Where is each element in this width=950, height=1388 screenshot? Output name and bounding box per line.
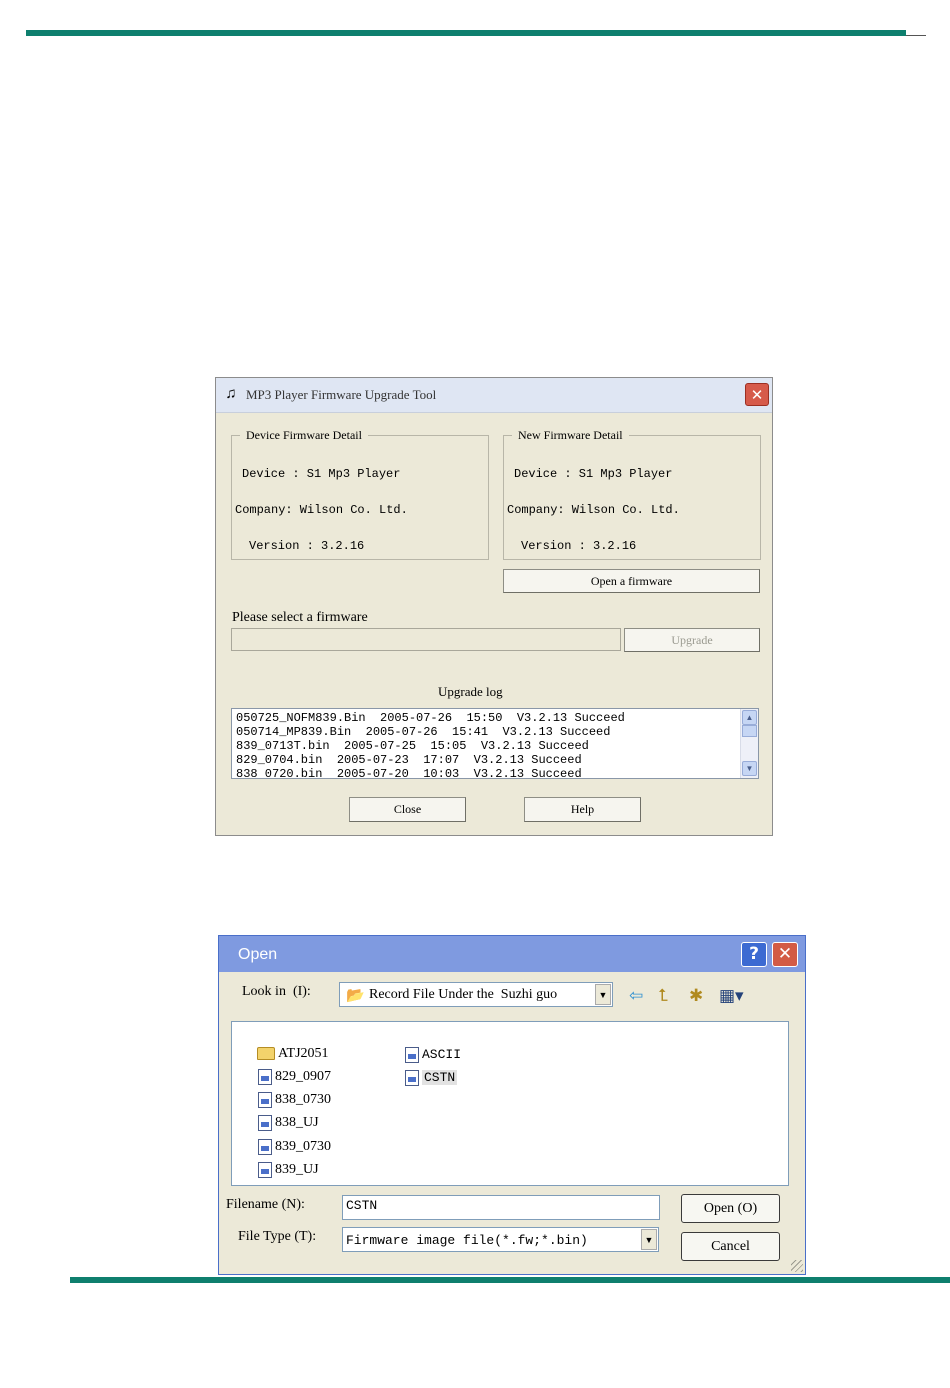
top-rule-tail <box>906 35 926 36</box>
close-icon[interactable]: ✕ <box>745 383 769 406</box>
log-line: 050714_MP839.Bin 2005-07-26 15:41 V3.2.1… <box>236 725 611 739</box>
company-row: Company: Wilson Co. Ltd. <box>235 503 408 517</box>
group-legend: Device Firmware Detail <box>246 428 362 442</box>
help-icon[interactable]: ? <box>741 942 767 967</box>
close-icon[interactable]: ✕ <box>772 942 798 967</box>
list-item[interactable]: 839_UJ <box>237 1143 319 1197</box>
filename-label: Filename (N): <box>226 1197 305 1212</box>
list-item-selected[interactable]: CSTN <box>384 1051 458 1105</box>
back-icon[interactable]: ⇦ <box>629 986 643 1006</box>
title-bar[interactable]: Open ? ✕ <box>219 936 805 972</box>
title-bar[interactable]: ♫ MP3 Player Firmware Upgrade Tool ✕ <box>216 378 772 413</box>
log-line: 838_0720.bin 2005-07-20 10:03 V3.2.13 Su… <box>236 767 582 777</box>
new-firmware-group: New Firmware Detail Device : S1 Mp3 Play… <box>503 428 761 560</box>
help-button[interactable]: Help <box>524 797 641 822</box>
look-in-dropdown[interactable]: 📂 Record File Under the Suzhi guo ▼ <box>339 982 613 1007</box>
close-button[interactable]: Close <box>349 797 466 822</box>
filetype-value: Firmware image file(*.fw;*.bin) <box>346 1233 588 1248</box>
device-firmware-group: Device Firmware Detail Device : S1 Mp3 P… <box>231 428 489 560</box>
group-legend: New Firmware Detail <box>518 428 623 442</box>
firmware-upgrade-tool-window: ♫ MP3 Player Firmware Upgrade Tool ✕ Dev… <box>215 377 773 836</box>
open-file-dialog: Open ? ✕ Look in (I): 📂 Record File Unde… <box>218 935 806 1275</box>
tool-app-icon: ♫ <box>225 386 237 402</box>
filename-input[interactable]: CSTN <box>342 1195 660 1220</box>
file-list[interactable]: ATJ2051 829_0907 838_0730 838_UJ 839_073… <box>231 1021 789 1186</box>
upgrade-log-list[interactable]: 050725_NOFM839.Bin 2005-07-26 15:50 V3.2… <box>231 708 759 779</box>
dialog-title: Open <box>238 946 278 963</box>
cancel-button[interactable]: Cancel <box>681 1232 780 1261</box>
look-in-label: Look in (I): <box>242 984 311 999</box>
open-button[interactable]: Open (O) <box>681 1194 780 1223</box>
device-row: Device : S1 Mp3 Player <box>514 467 673 481</box>
folder-location-icon: 📂 <box>346 986 365 1004</box>
firmware-path-field[interactable] <box>231 628 621 651</box>
scroll-thumb[interactable] <box>742 725 757 737</box>
up-folder-icon[interactable]: ⮤ <box>658 986 668 1006</box>
filetype-label: File Type (T): <box>238 1229 317 1244</box>
file-icon <box>405 1069 419 1086</box>
file-icon <box>258 1161 272 1178</box>
top-rule <box>26 30 906 36</box>
select-firmware-label: Please select a firmware <box>232 610 368 625</box>
new-folder-icon[interactable]: ✱ <box>689 986 703 1006</box>
look-in-value: Record File Under the Suzhi guo <box>369 987 558 1002</box>
company-row: Company: Wilson Co. Ltd. <box>507 503 680 517</box>
scroll-up-icon[interactable]: ▲ <box>742 710 757 725</box>
upgrade-button[interactable]: Upgrade <box>624 628 760 652</box>
upgrade-log-label: Upgrade log <box>438 684 503 699</box>
window-title: MP3 Player Firmware Upgrade Tool <box>246 387 437 402</box>
filetype-dropdown[interactable]: Firmware image file(*.fw;*.bin) ▼ <box>342 1227 659 1252</box>
file-name: CSTN <box>422 1070 458 1085</box>
scroll-down-icon[interactable]: ▼ <box>742 761 757 776</box>
chevron-down-icon[interactable]: ▼ <box>595 984 611 1005</box>
log-line: 839_0713T.bin 2005-07-25 15:05 V3.2.13 S… <box>236 739 589 753</box>
log-line: 829_0704.bin 2005-07-23 17:07 V3.2.13 Su… <box>236 753 582 767</box>
file-name: 839_UJ <box>275 1162 319 1177</box>
log-scrollbar[interactable]: ▲ ▼ <box>740 709 758 778</box>
device-row: Device : S1 Mp3 Player <box>242 467 401 481</box>
view-menu-icon[interactable]: ▦▾ <box>719 986 744 1006</box>
bottom-rule <box>70 1277 950 1283</box>
open-firmware-button[interactable]: Open a firmware <box>503 569 760 593</box>
version-row: Version : 3.2.16 <box>249 539 365 553</box>
chevron-down-icon[interactable]: ▼ <box>641 1229 657 1250</box>
resize-grip-icon[interactable] <box>791 1260 803 1272</box>
log-line: 050725_NOFM839.Bin 2005-07-26 15:50 V3.2… <box>236 711 625 725</box>
version-row: Version : 3.2.16 <box>521 539 637 553</box>
